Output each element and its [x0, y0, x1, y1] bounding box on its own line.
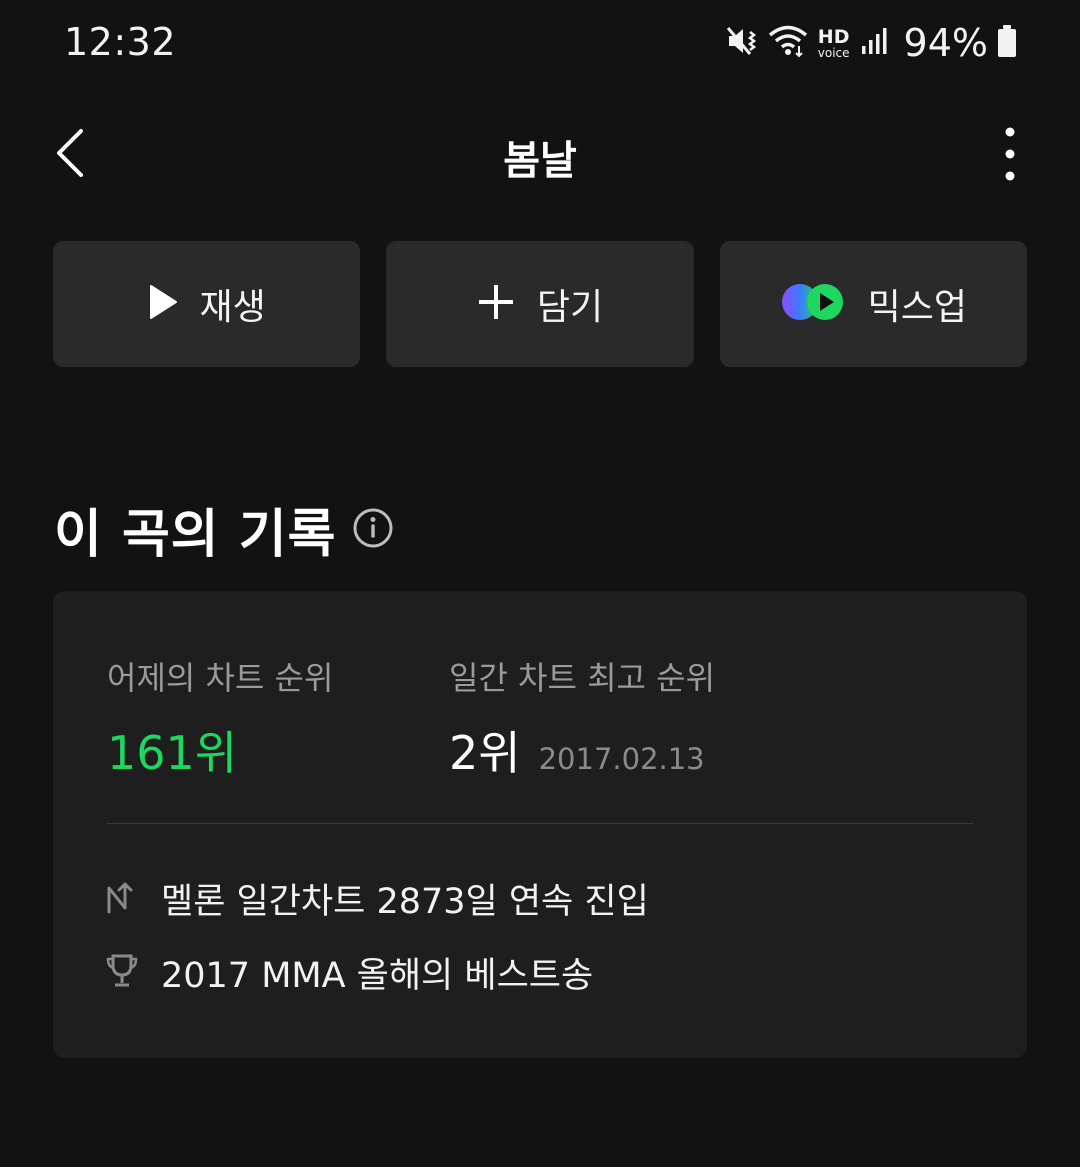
chart-streak-text: 멜론 일간차트 2873일 연속 진입: [161, 882, 649, 922]
section-title-row: 이 곡의 기록: [54, 492, 394, 567]
yesterday-rank-row: 161위: [107, 717, 333, 783]
hd-label: HD: [817, 25, 850, 48]
more-options-button[interactable]: [984, 125, 1036, 187]
yesterday-rank-value: 161위: [107, 726, 238, 780]
add-to-playlist-button[interactable]: 담기: [386, 241, 694, 367]
mute-vibrate-icon: [726, 24, 760, 62]
play-icon: [148, 284, 178, 324]
info-icon[interactable]: [352, 507, 394, 553]
award-text: 2017 MMA 올해의 베스트송: [161, 956, 594, 996]
wifi-icon: [768, 24, 808, 62]
best-rank-value: 2위: [449, 726, 521, 780]
mixup-button[interactable]: 믹스업: [719, 241, 1027, 367]
add-label: 담기: [536, 287, 604, 328]
yesterday-rank-stat: 어제의 차트 순위 161위: [107, 653, 333, 783]
more-vertical-icon: [1004, 126, 1016, 186]
battery-icon: [996, 24, 1018, 62]
divider: [107, 823, 973, 824]
play-label: 재생: [199, 287, 266, 328]
best-rank-date: 2017.02.13: [538, 742, 705, 776]
hd-voice-indicator: HD voice: [817, 25, 850, 60]
best-rank-row: 2위 2017.02.13: [449, 717, 715, 783]
screen: 12:32 HD voice 94% 봄날 재생 담기 믹스업 이 곡의 기록 …: [0, 0, 1080, 1167]
action-buttons: 재생 담기 믹스업: [53, 241, 1027, 367]
trophy-icon: [105, 953, 139, 993]
mixup-icon: [780, 282, 846, 326]
section-title: 이 곡의 기록: [54, 505, 337, 565]
best-rank-stat: 일간 차트 최고 순위 2위 2017.02.13: [449, 653, 715, 783]
status-time: 12:32: [64, 20, 177, 64]
play-button[interactable]: 재생: [53, 241, 361, 367]
signal-icon: [860, 26, 890, 60]
award-record: 2017 MMA 올해의 베스트송: [105, 947, 593, 998]
plus-icon: [477, 283, 515, 325]
chart-entry-icon: [105, 880, 139, 918]
voice-label: voice: [817, 45, 850, 60]
status-icons: HD voice 94%: [726, 18, 1018, 68]
page-title: 봄날: [503, 138, 577, 184]
mixup-label: 믹스업: [867, 287, 967, 328]
chart-streak-record: 멜론 일간차트 2873일 연속 진입: [105, 873, 649, 924]
yesterday-rank-label: 어제의 차트 순위: [107, 659, 334, 697]
battery-percent: 94%: [903, 21, 988, 65]
header: 봄날: [0, 100, 1080, 210]
best-rank-label: 일간 차트 최고 순위: [449, 659, 716, 697]
record-card: 어제의 차트 순위 161위 일간 차트 최고 순위 2위 2017.02.13…: [53, 591, 1027, 1058]
status-bar: 12:32 HD voice 94%: [0, 0, 1080, 88]
